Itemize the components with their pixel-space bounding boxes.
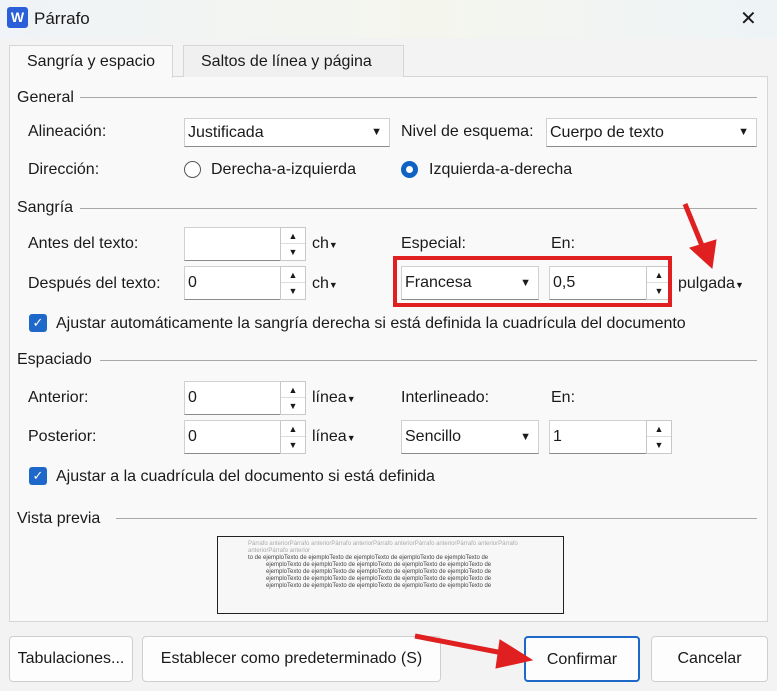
annotation-arrow-icon (414, 633, 534, 669)
annotation-arrow-icon (682, 203, 717, 270)
annotation-arrows (414, 203, 717, 669)
